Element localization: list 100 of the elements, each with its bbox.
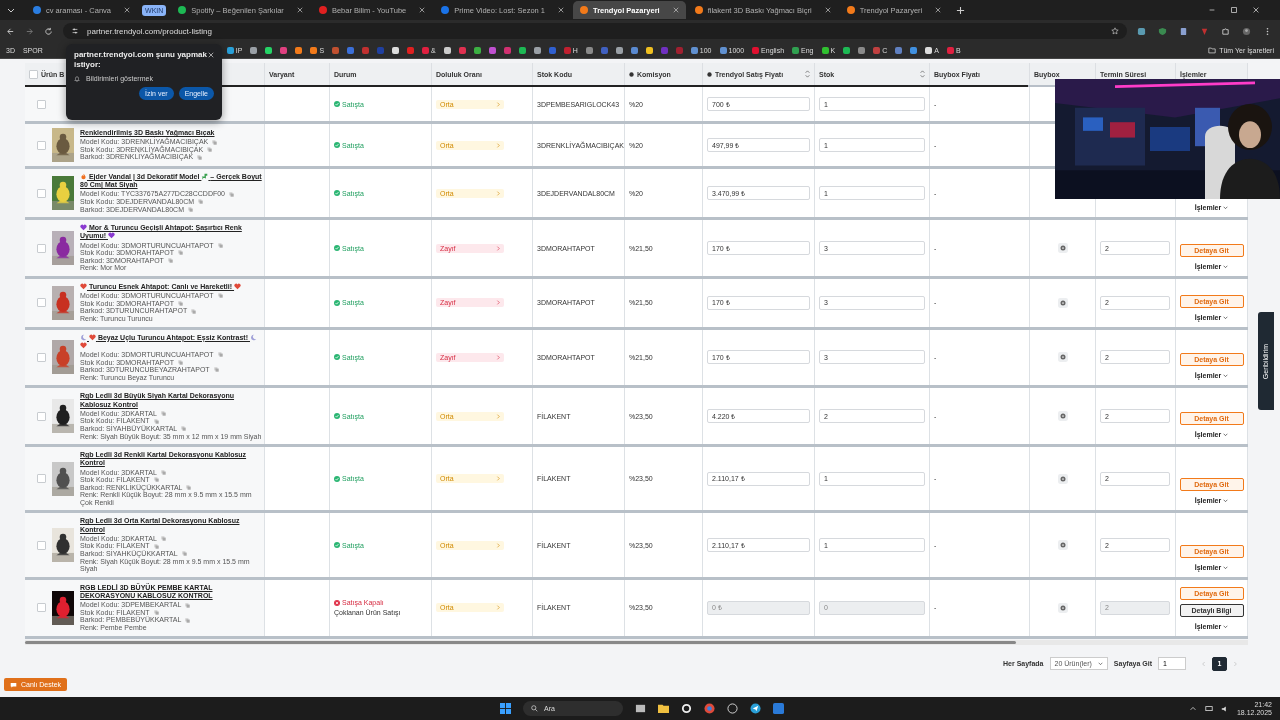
copy-icon[interactable] xyxy=(181,551,187,557)
buybox-icon[interactable] xyxy=(1057,352,1068,363)
copy-icon[interactable] xyxy=(212,139,218,145)
reload-icon[interactable] xyxy=(44,26,53,36)
copy-icon[interactable] xyxy=(191,308,197,314)
forward-icon[interactable] xyxy=(25,26,34,36)
scrollbar[interactable] xyxy=(25,639,1248,645)
network-icon[interactable] xyxy=(1204,704,1213,713)
new-tab-icon[interactable] xyxy=(956,5,966,15)
extension-icon[interactable] xyxy=(1137,26,1146,36)
tray-icon[interactable] xyxy=(1188,704,1197,713)
chevron-icon xyxy=(496,190,500,196)
chevron-icon xyxy=(496,542,500,548)
speaker-icon[interactable] xyxy=(1220,704,1229,713)
copy-icon[interactable] xyxy=(198,199,204,205)
close-icon[interactable] xyxy=(296,7,303,13)
close-icon[interactable] xyxy=(419,7,426,13)
bookmark-icon[interactable] xyxy=(443,46,451,54)
sort-icon[interactable] xyxy=(920,70,925,78)
checkbox[interactable] xyxy=(37,188,46,198)
close-icon[interactable] xyxy=(824,7,831,13)
bookmark-icon[interactable] xyxy=(518,46,526,54)
bookmark-icon[interactable] xyxy=(533,46,541,54)
checkbox[interactable] xyxy=(37,298,46,308)
copy-icon[interactable] xyxy=(186,485,192,490)
buybox-icon[interactable] xyxy=(1057,540,1068,551)
bookmark-icon[interactable] xyxy=(645,46,653,54)
minimize-icon[interactable] xyxy=(1208,6,1216,14)
copy-icon[interactable] xyxy=(160,411,166,417)
copy-icon[interactable] xyxy=(188,206,193,212)
copy-icon[interactable] xyxy=(153,610,159,616)
close-icon[interactable] xyxy=(672,7,679,13)
close-icon[interactable] xyxy=(558,7,564,13)
copy-icon[interactable] xyxy=(217,242,223,248)
buybox-icon[interactable] xyxy=(1057,297,1068,308)
buybox-icon[interactable] xyxy=(1057,243,1068,254)
copy-icon[interactable] xyxy=(178,250,183,256)
checkbox[interactable] xyxy=(37,243,46,253)
copy-icon[interactable] xyxy=(181,426,187,432)
bookmark-icon[interactable] xyxy=(295,46,303,54)
caret-icon xyxy=(1223,315,1229,320)
browser-icon[interactable] xyxy=(704,703,715,714)
copy-icon[interactable] xyxy=(197,154,203,160)
bookmark-icon[interactable] xyxy=(265,46,273,54)
bookmark-icon[interactable] xyxy=(615,46,623,54)
copy-icon[interactable] xyxy=(160,469,166,475)
copy-icon[interactable] xyxy=(207,147,213,153)
copy-icon[interactable] xyxy=(185,617,191,623)
bookmark-icon[interactable] xyxy=(473,46,481,54)
checkbox[interactable] xyxy=(37,540,46,550)
close-icon[interactable] xyxy=(124,7,131,13)
buybox-icon[interactable] xyxy=(1057,602,1068,613)
paper-plane-icon[interactable] xyxy=(750,703,761,714)
checkbox[interactable] xyxy=(37,140,46,150)
bookmark-icon[interactable] xyxy=(843,46,851,54)
address-field[interactable]: partner.trendyol.com/product-listing xyxy=(63,23,1127,39)
task-view-icon[interactable] xyxy=(635,703,646,714)
checkbox[interactable] xyxy=(37,474,46,484)
sort-icon[interactable] xyxy=(805,70,810,78)
caret-icon xyxy=(1223,433,1229,438)
copy-icon[interactable] xyxy=(217,293,223,299)
bookmark-icon[interactable] xyxy=(392,46,400,54)
buybox-icon[interactable] xyxy=(1057,473,1068,484)
copy-icon[interactable] xyxy=(153,418,159,424)
checkbox[interactable] xyxy=(37,352,46,362)
copy-icon[interactable] xyxy=(213,367,219,373)
extension-icon[interactable] xyxy=(1179,26,1188,36)
checkbox[interactable] xyxy=(37,99,46,109)
maximize-icon[interactable] xyxy=(1230,6,1238,14)
copy-icon[interactable] xyxy=(160,536,166,542)
copy-icon[interactable] xyxy=(185,602,191,608)
caret-icon xyxy=(1097,661,1103,666)
back-icon[interactable] xyxy=(6,26,15,36)
bookmark-icon[interactable] xyxy=(910,46,918,54)
site-settings-icon[interactable] xyxy=(71,27,79,35)
bookmark-icon[interactable] xyxy=(250,46,258,54)
copy-icon[interactable] xyxy=(167,258,173,264)
buybox-icon[interactable] xyxy=(1057,411,1068,422)
copy-icon[interactable] xyxy=(178,359,183,365)
flame-icon xyxy=(80,173,87,180)
copy-icon[interactable] xyxy=(178,301,183,307)
folder-icon xyxy=(1208,46,1217,54)
shield-icon[interactable] xyxy=(1158,26,1167,36)
checkbox[interactable] xyxy=(37,411,46,421)
start-icon[interactable] xyxy=(500,703,511,714)
checkbox[interactable] xyxy=(29,69,38,79)
copy-icon[interactable] xyxy=(153,543,159,549)
checkbox[interactable] xyxy=(37,603,46,613)
copy-icon[interactable] xyxy=(229,191,234,197)
extension-icon[interactable] xyxy=(1200,26,1209,36)
folder-icon[interactable] xyxy=(658,703,669,714)
star-icon[interactable] xyxy=(1111,27,1119,35)
info-icon xyxy=(629,71,634,77)
close-icon[interactable] xyxy=(935,7,942,13)
profile-icon[interactable] xyxy=(1242,26,1251,36)
app-icon[interactable] xyxy=(727,703,738,714)
copy-icon[interactable] xyxy=(153,477,159,483)
close-icon[interactable] xyxy=(1252,6,1260,14)
close-icon[interactable] xyxy=(208,52,214,58)
copy-icon[interactable] xyxy=(217,352,223,358)
